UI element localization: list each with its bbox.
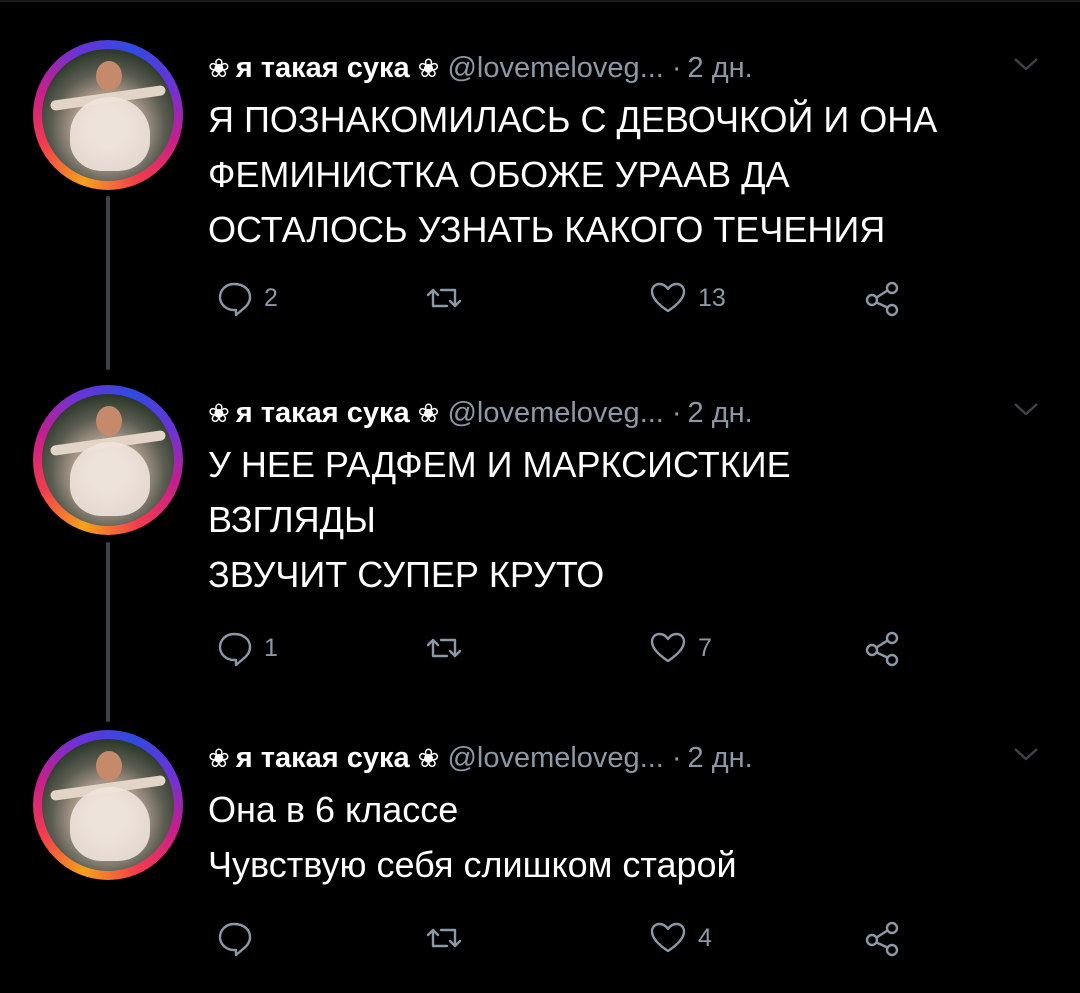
like-button[interactable]: 13 <box>648 276 726 320</box>
chevron-down-icon[interactable] <box>1012 54 1040 74</box>
avatar-photo <box>42 739 174 871</box>
like-icon <box>650 282 686 313</box>
retweet-button[interactable] <box>424 626 474 670</box>
reply-icon <box>218 632 252 667</box>
reply-icon <box>218 282 252 317</box>
retweet-icon <box>426 638 462 658</box>
retweet-button[interactable] <box>424 916 474 960</box>
tweet-text: Я ПОЗНАКОМИЛАСЬ С ДЕВОЧКОЙ И ОНА ФЕМИНИС… <box>208 92 1048 257</box>
flower-glyph: ❀ <box>208 52 230 83</box>
retweet-icon <box>426 288 462 308</box>
user-handle[interactable]: @lovemeloveg... <box>447 52 663 85</box>
like-count: 13 <box>698 283 726 312</box>
separator-dot: · <box>671 396 682 429</box>
tweet-timestamp[interactable]: 2 дн. <box>688 397 753 430</box>
tweet-timestamp[interactable]: 2 дн. <box>688 52 753 85</box>
flower-glyph: ❀ <box>417 742 440 773</box>
avatar-photo <box>42 49 174 181</box>
tweet-header: ❀ я такая сука ❀ @lovemeloveg... · 2 дн. <box>208 393 753 433</box>
reply-count: 1 <box>264 633 278 662</box>
like-icon <box>650 922 686 953</box>
share-button[interactable] <box>862 916 902 960</box>
avatar[interactable] <box>33 730 183 880</box>
tweet-actions: 1 7 <box>0 626 1080 670</box>
separator-dot: · <box>671 51 682 84</box>
display-name[interactable]: я такая сука <box>236 397 410 430</box>
share-button[interactable] <box>862 626 902 670</box>
retweet-icon <box>426 928 462 948</box>
share-icon <box>865 921 899 957</box>
like-icon <box>650 632 686 663</box>
chevron-down-icon[interactable] <box>1012 399 1040 419</box>
display-name[interactable]: я такая сука <box>236 52 410 85</box>
tweet-actions: 2 13 <box>0 276 1080 320</box>
tweet-timestamp[interactable]: 2 дн. <box>688 742 753 775</box>
tweet-header: ❀ я такая сука ❀ @lovemeloveg... · 2 дн. <box>208 48 753 88</box>
tweet-text-line: ВЗГЛЯДЫ <box>208 499 376 540</box>
like-count: 4 <box>698 923 712 952</box>
reply-icon <box>218 922 252 957</box>
avatar[interactable] <box>33 40 183 190</box>
share-icon <box>865 281 899 317</box>
like-button[interactable]: 7 <box>648 626 712 670</box>
share-icon <box>865 631 899 667</box>
tweet-actions: 4 <box>0 916 1080 960</box>
like-count: 7 <box>698 633 712 662</box>
tweet-text-line: ФЕМИНИСТКА ОБОЖЕ УРААВ ДА <box>208 154 790 195</box>
tweet-text-line: ЗВУЧИТ СУПЕР КРУТО <box>208 554 605 595</box>
tweet-text-line: У НЕЕ РАДФЕМ И МАРКСИСТКИЕ <box>208 444 791 485</box>
reply-button[interactable] <box>214 916 264 960</box>
top-divider <box>0 0 1080 2</box>
user-handle[interactable]: @lovemeloveg... <box>447 397 663 430</box>
reply-count: 2 <box>264 283 278 312</box>
reply-button[interactable]: 1 <box>214 626 278 670</box>
chevron-down-icon[interactable] <box>1012 744 1040 764</box>
avatar[interactable] <box>33 385 183 535</box>
retweet-button[interactable] <box>424 276 474 320</box>
flower-glyph: ❀ <box>417 52 440 83</box>
tweet-text: У НЕЕ РАДФЕМ И МАРКСИСТКИЕ ВЗГЛЯДЫ ЗВУЧИ… <box>208 437 1048 602</box>
reply-button[interactable]: 2 <box>214 276 278 320</box>
separator-dot: · <box>671 741 682 774</box>
display-name[interactable]: я такая сука <box>236 742 410 775</box>
like-button[interactable]: 4 <box>648 916 712 960</box>
tweet-header: ❀ я такая сука ❀ @lovemeloveg... · 2 дн. <box>208 738 753 778</box>
user-handle[interactable]: @lovemeloveg... <box>447 742 663 775</box>
tweet-text-line: Чувствую себя слишком старой <box>208 844 737 885</box>
flower-glyph: ❀ <box>417 397 440 428</box>
avatar-photo <box>42 394 174 526</box>
flower-glyph: ❀ <box>208 397 230 428</box>
share-button[interactable] <box>862 276 902 320</box>
flower-glyph: ❀ <box>208 742 230 773</box>
tweet-text-line: Я ПОЗНАКОМИЛАСЬ С ДЕВОЧКОЙ И ОНА <box>208 99 938 140</box>
tweet-text-line: Она в 6 классе <box>208 789 459 830</box>
tweet-text: Она в 6 классе Чувствую себя слишком ста… <box>208 782 1048 892</box>
tweet-text-line: ОСТАЛОСЬ УЗНАТЬ КАКОГО ТЕЧЕНИЯ <box>208 209 886 250</box>
